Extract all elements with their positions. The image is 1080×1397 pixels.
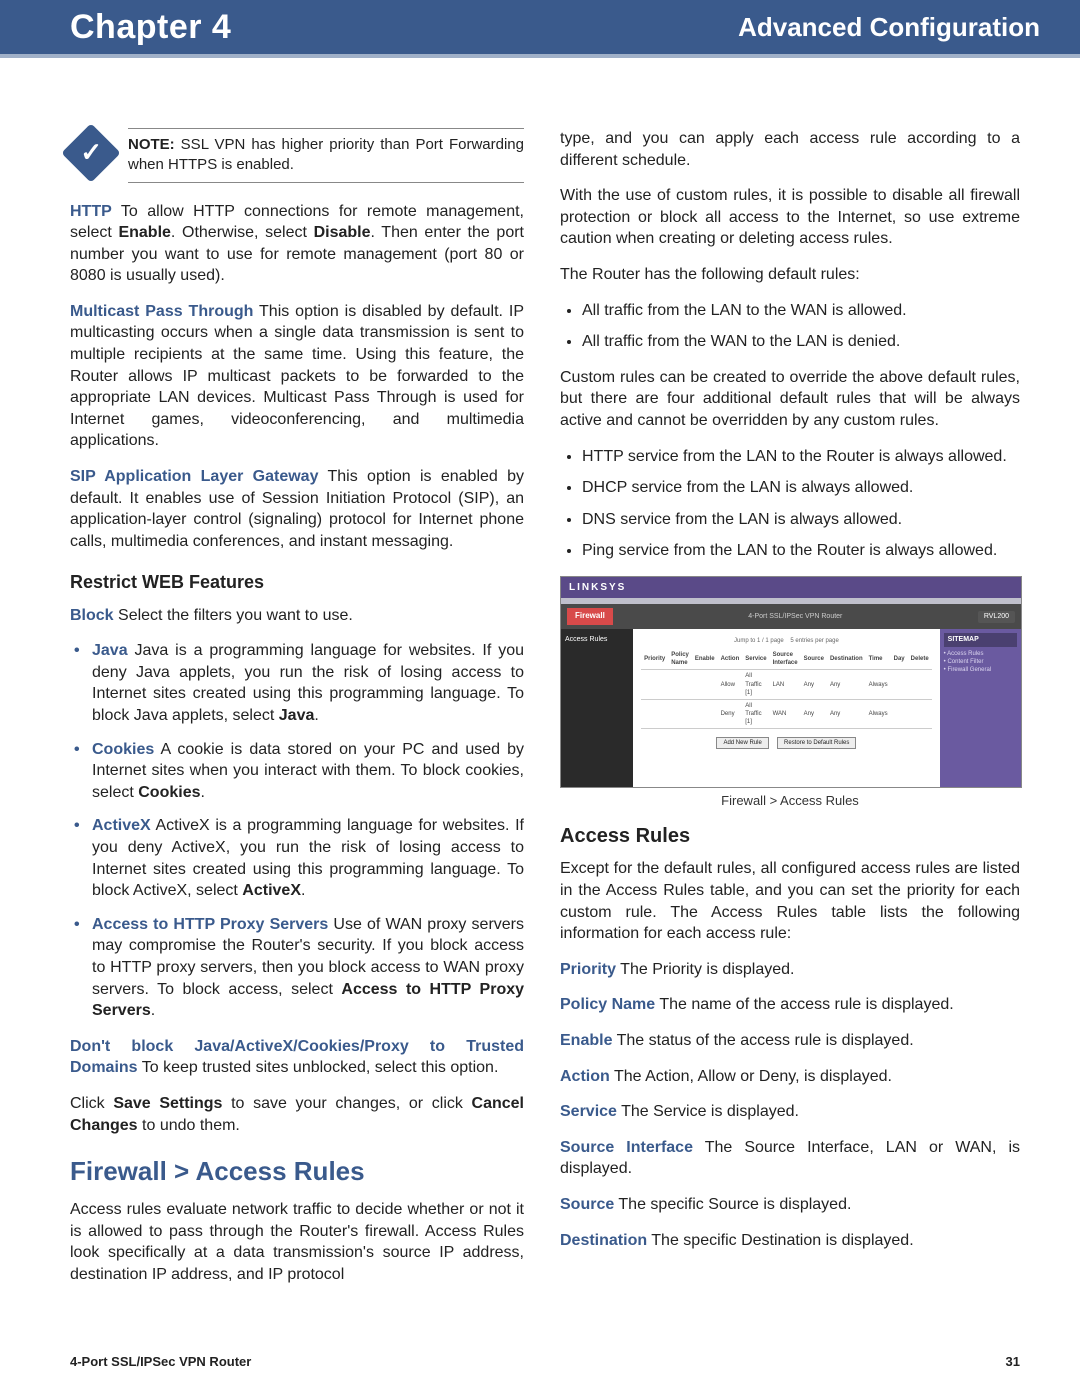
policy-line: Policy Name The name of the access rule … xyxy=(560,994,1020,1016)
ss-title: 4-Port SSL/IPSec VPN Router xyxy=(613,612,978,621)
screenshot-caption: Firewall > Access Rules xyxy=(560,792,1020,810)
access-rules-para: Except for the default rules, all config… xyxy=(560,858,1020,944)
footer-title: 4-Port SSL/IPSec VPN Router xyxy=(70,1354,251,1369)
ss-logo: LINKSYS xyxy=(561,577,1021,599)
firewall-heading: Firewall > Access Rules xyxy=(70,1154,524,1189)
rule-5: DNS service from the LAN is always allow… xyxy=(582,509,1020,531)
action-line: Action The Action, Allow or Deny, is dis… xyxy=(560,1066,1020,1088)
page-footer: 4-Port SSL/IPSec VPN Router 31 xyxy=(70,1354,1020,1369)
r-p4: Custom rules can be created to override … xyxy=(560,367,1020,432)
ss-table: Priority Policy Name Enable Action Servi… xyxy=(641,649,932,729)
ss-tabs: Firewall 4-Port SSL/IPSec VPN Router RVL… xyxy=(561,604,1021,629)
ss-add-rule-btn: Add New Rule xyxy=(716,737,768,749)
left-column: ✓ NOTE: SSL VPN has higher priority than… xyxy=(70,128,524,1300)
header-section: Advanced Configuration xyxy=(738,12,1040,43)
ss-sitemap: SITEMAP • Access Rules• Content Filter• … xyxy=(940,629,1021,788)
block-list: Java Java is a programming language for … xyxy=(70,640,524,1022)
dont-block-para: Don't block Java/ActiveX/Cookies/Proxy t… xyxy=(70,1036,524,1079)
source-line: Source The specific Source is displayed. xyxy=(560,1194,1020,1216)
save-para: Click Save Settings to save your changes… xyxy=(70,1093,524,1136)
ss-restore-btn: Restore to Default Rules xyxy=(777,737,856,749)
enable-line: Enable The status of the access rule is … xyxy=(560,1030,1020,1052)
note-icon: ✓ xyxy=(61,123,120,182)
rule-1: All traffic from the LAN to the WAN is a… xyxy=(582,300,1020,322)
router-screenshot: LINKSYS Firewall 4-Port SSL/IPSec VPN Ro… xyxy=(560,576,1022,788)
r-p3: The Router has the following default rul… xyxy=(560,264,1020,286)
restrict-heading: Restrict WEB Features xyxy=(70,570,524,594)
ss-tab-firewall: Firewall xyxy=(567,608,613,625)
ss-main: Jump to 1 / 1 page 5 entries per page Pr… xyxy=(633,629,940,788)
r-p1: type, and you can apply each access rule… xyxy=(560,128,1020,171)
chapter-header: Chapter 4 Advanced Configuration xyxy=(0,0,1080,58)
ss-model: RVL200 xyxy=(978,611,1015,622)
cookies-item: Cookies A cookie is data stored on your … xyxy=(92,739,524,804)
java-item: Java Java is a programming language for … xyxy=(92,640,524,726)
destination-line: Destination The specific Destination is … xyxy=(560,1230,1020,1252)
rule-4: DHCP service from the LAN is always allo… xyxy=(582,477,1020,499)
multicast-para: Multicast Pass Through This option is di… xyxy=(70,301,524,452)
note-text: NOTE: SSL VPN has higher priority than P… xyxy=(128,128,524,183)
source-if-line: Source Interface The Source Interface, L… xyxy=(560,1137,1020,1180)
firewall-para: Access rules evaluate network traffic to… xyxy=(70,1199,524,1285)
block-para: Block Select the filters you want to use… xyxy=(70,605,524,627)
rule-3: HTTP service from the LAN to the Router … xyxy=(582,446,1020,468)
fixed-rules-list: HTTP service from the LAN to the Router … xyxy=(560,446,1020,562)
priority-line: Priority The Priority is displayed. xyxy=(560,959,1020,981)
right-column: type, and you can apply each access rule… xyxy=(560,128,1020,1300)
sip-para: SIP Application Layer Gateway This optio… xyxy=(70,466,524,552)
rule-6: Ping service from the LAN to the Router … xyxy=(582,540,1020,562)
ss-sidebar: Access Rules xyxy=(561,629,633,788)
access-rules-heading: Access Rules xyxy=(560,823,1020,850)
default-rules-list: All traffic from the LAN to the WAN is a… xyxy=(560,300,1020,353)
http-para: HTTP To allow HTTP connections for remot… xyxy=(70,201,524,287)
activex-item: ActiveX ActiveX is a programming languag… xyxy=(92,815,524,901)
note-block: ✓ NOTE: SSL VPN has higher priority than… xyxy=(70,128,524,183)
r-p2: With the use of custom rules, it is poss… xyxy=(560,185,1020,250)
service-line: Service The Service is displayed. xyxy=(560,1101,1020,1123)
chapter-title: Chapter 4 xyxy=(70,8,231,47)
rule-2: All traffic from the WAN to the LAN is d… xyxy=(582,331,1020,353)
page-number: 31 xyxy=(1006,1354,1020,1369)
proxy-item: Access to HTTP Proxy Servers Use of WAN … xyxy=(92,914,524,1022)
